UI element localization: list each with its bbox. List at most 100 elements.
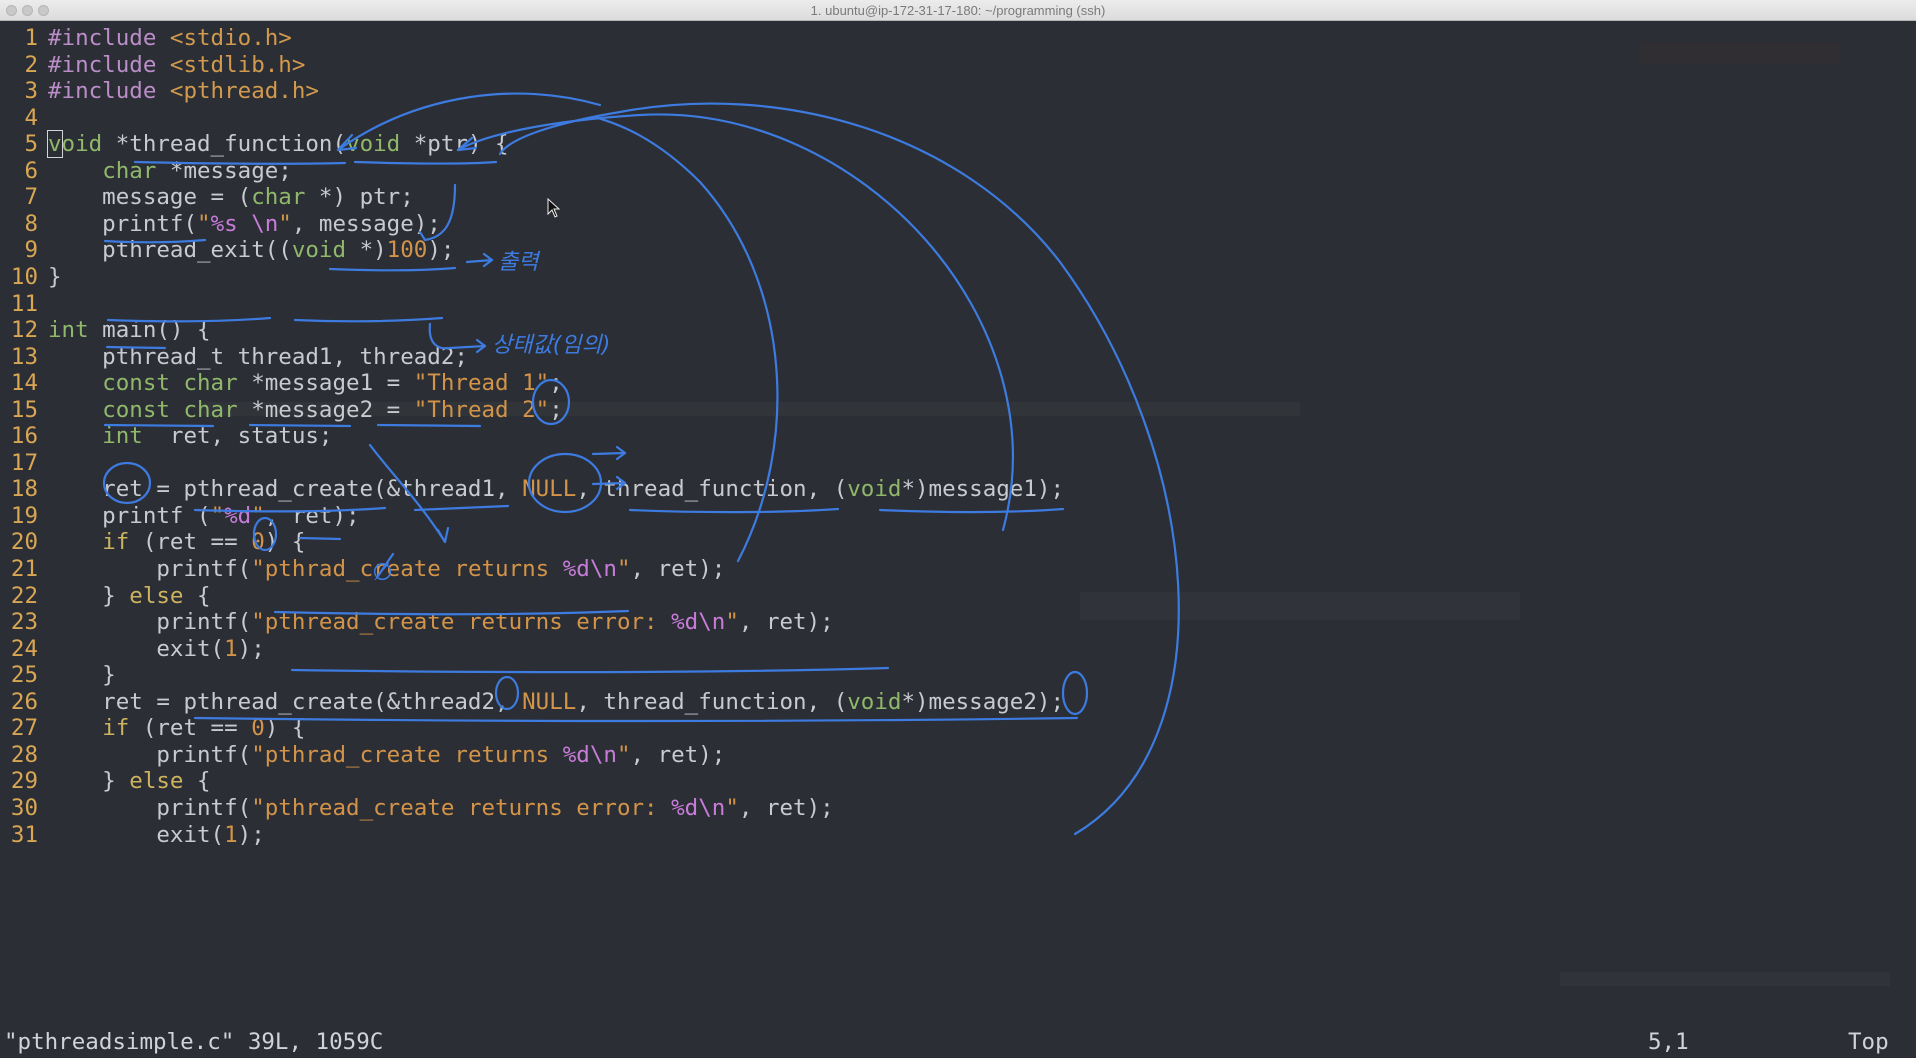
code-token: *ptr) { [400,131,509,158]
ink-underline-line-26 [193,716,1079,723]
vim-statusline: "pthreadsimple.c" 39L, 1059C 5,1 Top [0,1026,1916,1058]
code-token: ; [549,370,563,397]
code-token: "pthrad_create returns [251,741,563,768]
ink-note-status: 상태값(임의) [492,333,610,358]
ink-circle-message2 [1061,670,1089,716]
code-token: *) [346,237,387,264]
code-token: *message; [156,157,292,184]
code-token: %d\n [562,556,617,582]
code-token: exit( [48,635,225,662]
code-token: char [183,396,238,423]
code-token: <pthread.h> [169,78,319,105]
code-token: %d\n [562,741,617,768]
code-token: if [102,715,130,742]
code-token: { [183,768,211,795]
code-line[interactable]: 16 int ret, status; [0,420,333,452]
ink-arrowhead-status [475,338,487,354]
ink-arrowhead-thread1 [436,526,450,544]
code-token: , ret); [630,556,726,582]
code-token: printf( [48,609,252,636]
status-scroll-position: Top [1848,1029,1889,1055]
ink-underline-message2 [328,266,457,272]
code-token: { [183,582,211,609]
code-token: *)message2); [901,688,1064,715]
code-token: void [847,688,902,715]
code-token: 0 [251,715,265,742]
code-token: ret, status; [142,423,333,450]
status-cursor-position: 5,1 [1648,1029,1689,1055]
code-token: printf ( [48,502,211,529]
code-token: else [129,582,184,609]
code-token: , ret); [630,741,726,768]
status-file-info: "pthreadsimple.c" 39L, 1059C [4,1029,384,1055]
ink-curve-message2 [498,102,1180,836]
code-token: %s [210,210,238,237]
ink-arrow-message1-to-ptr [456,113,1014,532]
ink-underline-void-message1 [878,507,1065,514]
code-token: ; [549,396,563,423]
code-token: , thread_function, ( [576,688,848,715]
ink-underline-thread-function-arg [628,507,840,514]
ink-underline-returns-23 [290,666,890,674]
line-number: 31 [10,821,38,848]
ink-underline-void-ptr [353,160,498,165]
code-token: pthread_t thread1, thread2; [48,343,468,370]
code-token: " [197,210,211,237]
code-token: message = ( [48,184,252,211]
mouse-pointer-icon [547,198,561,218]
code-token: #include [48,25,170,51]
code-line[interactable]: 31 exit(1); [0,819,265,851]
code-token: "pthrad_create returns [251,556,563,582]
code-token: main() { [88,317,211,344]
code-token: 1 [224,821,238,848]
code-token: " [616,741,631,768]
code-token: } [48,582,130,609]
code-token: "pthread_create returns error: [251,609,672,636]
code-token: NULL [522,476,577,503]
code-token: 1 [224,635,238,662]
code-token: %d\n [671,609,726,636]
code-line[interactable]: 9 pthread_exit((void *)100); [0,234,454,266]
code-token: " [278,210,292,237]
code-token: void [847,476,902,503]
code-token: (ret == [129,715,252,742]
code-token: 100 [386,237,428,264]
ink-arrowhead-message1 [615,445,627,461]
ink-note-output: 출력 [498,250,541,275]
code-token: if [102,529,130,556]
code-token: void [346,131,401,158]
code-token: *message2 = [237,396,414,423]
code-token: #include [48,51,170,78]
code-token: ret = pthread_create(&thread1, [48,476,523,503]
vim-editor[interactable]: 1 #include <stdio.h> 2 #include <stdlib.h> 3… [0,22,1916,1026]
code-token: " [251,502,265,529]
code-token: ) { [264,715,306,742]
code-token: exit( [48,821,225,848]
code-token: pthread_exit(( [48,237,292,264]
code-token: else [129,768,184,795]
code-token: void [291,237,347,264]
code-token: ) { [264,529,306,556]
code-token: , ret); [264,502,360,529]
code-token: " [616,556,631,582]
code-token: } [48,263,62,290]
code-token: ); [427,237,455,264]
code-token: ret = pthread_create(&thread2, [48,688,523,715]
code-token: *message1 = [237,370,414,397]
ink-underline-ret-19 [298,536,342,541]
code-token: " [725,794,739,821]
code-token: , ret); [738,609,834,636]
code-token: " [210,502,225,529]
ink-underline-void-100 [293,316,444,323]
code-token: char [251,184,306,211]
code-token: , thread_function, ( [576,476,848,503]
code-token: ); [237,635,265,662]
code-token: char [183,370,238,397]
code-token: oid [61,131,103,158]
